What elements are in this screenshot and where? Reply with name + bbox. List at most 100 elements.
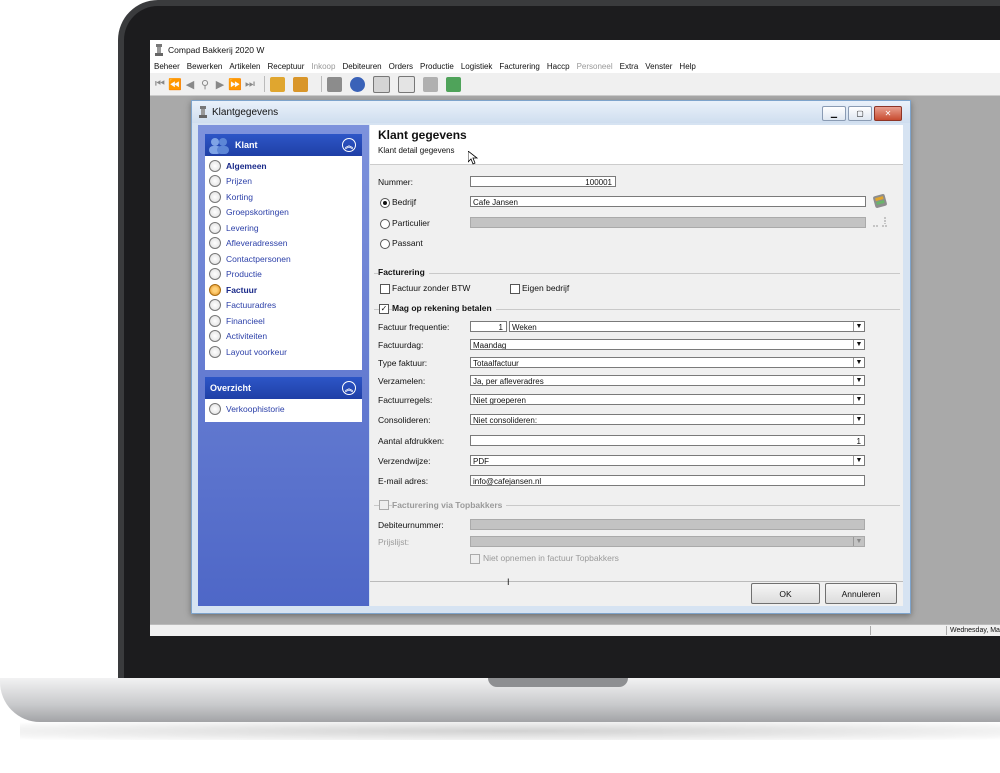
- ok-button[interactable]: OK: [751, 583, 820, 604]
- status-cell: [870, 626, 944, 635]
- last-record-icon[interactable]: ⏭: [244, 78, 256, 90]
- money-icon[interactable]: [446, 76, 461, 92]
- menu-help[interactable]: Help: [679, 62, 695, 71]
- footer-divider: [370, 581, 903, 582]
- dropdown-arrow-icon[interactable]: ▼: [853, 456, 864, 465]
- menu-debiteuren[interactable]: Debiteuren: [342, 62, 381, 71]
- minimize-button[interactable]: ▁: [822, 106, 846, 121]
- sidebar-item-financieel[interactable]: Financieel: [205, 313, 362, 329]
- type-faktuur-select[interactable]: Totaalfactuur ▼: [470, 357, 865, 368]
- bakery-icon[interactable]: [423, 76, 438, 92]
- sidebar-item-label: Layout voorkeur: [226, 346, 287, 357]
- particulier-radio[interactable]: [380, 219, 390, 229]
- menu-receptuur[interactable]: Receptuur: [268, 62, 305, 71]
- menu-beheer[interactable]: Beheer: [154, 62, 180, 71]
- prev-page-icon[interactable]: ⏪: [168, 78, 182, 91]
- verzendwijze-value: PDF: [473, 457, 489, 466]
- passant-radio[interactable]: [380, 239, 390, 249]
- dropdown-arrow-icon[interactable]: ▼: [853, 340, 864, 349]
- app-icon: [155, 44, 163, 56]
- radio-icon: [209, 268, 221, 281]
- sidebar-item-label: Groepskortingen: [226, 207, 289, 218]
- factuurdag-select[interactable]: Maandag ▼: [470, 339, 865, 350]
- radio-icon: [209, 221, 221, 234]
- next-page-icon[interactable]: ⏩: [228, 78, 242, 91]
- menu-extra[interactable]: Extra: [620, 62, 639, 71]
- close-button[interactable]: ✕: [874, 106, 902, 121]
- menu-inkoop: Inkoop: [311, 62, 336, 71]
- maximize-button[interactable]: ▢: [848, 106, 872, 121]
- zonder-btw-checkbox[interactable]: [380, 284, 390, 294]
- radio-icon: [209, 402, 221, 415]
- verzendwijze-select[interactable]: PDF ▼: [470, 455, 865, 466]
- sidebar-item-factuuradres[interactable]: Factuuradres: [205, 298, 362, 314]
- radio-icon: [209, 283, 221, 296]
- eigen-bedrijf-checkbox[interactable]: [510, 284, 520, 294]
- sidebar-item-factuur[interactable]: Factuur: [205, 282, 362, 298]
- find-icon[interactable]: ⚲: [199, 78, 211, 91]
- radio-icon: [209, 159, 221, 172]
- factuurregels-select[interactable]: Niet groeperen ▼: [470, 394, 865, 405]
- radio-icon: [209, 175, 221, 188]
- next-record-icon[interactable]: ▶: [214, 78, 226, 91]
- menu-orders[interactable]: Orders: [389, 62, 413, 71]
- clock-document-icon[interactable]: [398, 75, 415, 93]
- bedrijf-field[interactable]: Cafe Jansen: [470, 196, 866, 207]
- customers-icon[interactable]: [350, 76, 365, 92]
- sidebar-item-label: Factuur: [226, 284, 258, 295]
- menu-haccp[interactable]: Haccp: [547, 62, 570, 71]
- first-record-icon[interactable]: ⏮: [154, 78, 166, 90]
- sidebar-item-prijzen[interactable]: Prijzen: [205, 174, 362, 190]
- bedrijf-radio[interactable]: [380, 198, 390, 208]
- sidebar-item-afleveradressen[interactable]: Afleveradressen: [205, 236, 362, 252]
- particulier-field: [470, 217, 866, 228]
- dropdown-arrow-icon[interactable]: ▼: [853, 358, 864, 367]
- sidebar-item-verkoophistorie[interactable]: Verkoophistorie: [205, 401, 362, 417]
- menu-artikelen[interactable]: Artikelen: [229, 62, 260, 71]
- menu-productie[interactable]: Productie: [420, 62, 454, 71]
- menu-venster[interactable]: Venster: [645, 62, 672, 71]
- dropdown-arrow-icon[interactable]: ▼: [853, 376, 864, 385]
- laptop-shadow: [20, 722, 1000, 740]
- sidebar-item-algemeen[interactable]: Algemeen: [205, 158, 362, 174]
- sidebar-item-korting[interactable]: Korting: [205, 189, 362, 205]
- basket-icon[interactable]: [327, 76, 342, 92]
- frequentie-number-field[interactable]: 1: [470, 321, 507, 332]
- niet-opnemen-checkbox: [470, 554, 480, 564]
- email-field[interactable]: info@cafejansen.nl: [470, 475, 865, 486]
- frequentie-unit-select[interactable]: Weken ▼: [509, 321, 865, 332]
- nummer-field[interactable]: 100001: [470, 176, 616, 187]
- collapse-icon[interactable]: ︽: [342, 381, 356, 395]
- dropdown-arrow-icon[interactable]: ▼: [853, 395, 864, 404]
- factuurdag-value: Maandag: [473, 341, 507, 350]
- annuleren-button[interactable]: Annuleren: [825, 583, 897, 604]
- collapse-icon[interactable]: ︽: [342, 138, 356, 152]
- recipes-icon[interactable]: [293, 76, 308, 92]
- afdrukken-field[interactable]: 1: [470, 435, 865, 446]
- sidebar-item-layout-voorkeur[interactable]: Layout voorkeur: [205, 344, 362, 360]
- sidebar-item-levering[interactable]: Levering: [205, 220, 362, 236]
- menu-facturering[interactable]: Facturering: [499, 62, 539, 71]
- screen: Compad Bakkerij 2020 W Beheer Bewerken Art…: [150, 40, 1000, 636]
- prev-record-icon[interactable]: ◀: [184, 78, 196, 91]
- sidebar-item-productie[interactable]: Productie: [205, 267, 362, 283]
- document-icon[interactable]: [373, 75, 390, 93]
- address-book-icon[interactable]: [872, 193, 888, 209]
- topbakkers-section-title: Facturering via Topbakkers: [392, 500, 507, 510]
- dropdown-arrow-icon[interactable]: ▼: [853, 415, 864, 424]
- verzamelen-select[interactable]: Ja, per afleveradres ▼: [470, 375, 865, 386]
- sidebar-item-contactpersonen[interactable]: Contactpersonen: [205, 251, 362, 267]
- radio-icon: [209, 314, 221, 327]
- klant-panel-header[interactable]: Klant ︽: [205, 134, 362, 156]
- products-icon[interactable]: [270, 76, 285, 92]
- overzicht-panel-header[interactable]: Overzicht ︽: [205, 377, 362, 399]
- rekening-checkbox[interactable]: ✓: [379, 304, 389, 314]
- consolideren-select[interactable]: Niet consolideren: ▼: [470, 414, 865, 425]
- sidebar-item-activiteiten[interactable]: Activiteiten: [205, 329, 362, 345]
- dropdown-arrow-icon[interactable]: ▼: [853, 322, 864, 331]
- type-faktuur-value: Totaalfactuur: [473, 359, 519, 368]
- menu-bewerken[interactable]: Bewerken: [187, 62, 223, 71]
- sidebar-item-groepskortingen[interactable]: Groepskortingen: [205, 205, 362, 221]
- menu-logistiek[interactable]: Logistiek: [461, 62, 493, 71]
- link-icon[interactable]: [872, 215, 888, 229]
